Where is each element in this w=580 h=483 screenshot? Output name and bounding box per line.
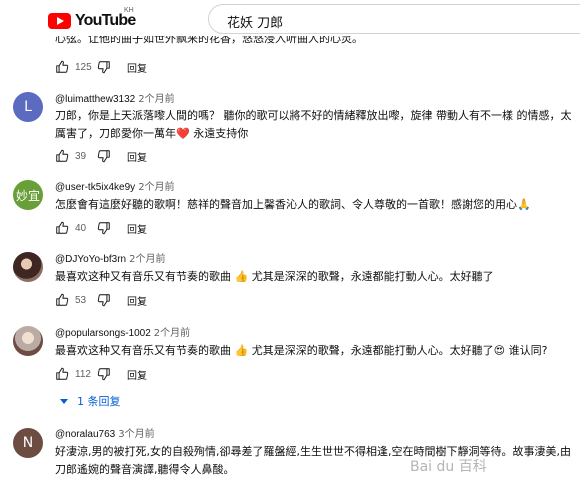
like-count: 125 (75, 61, 92, 73)
like-count: 40 (75, 222, 87, 234)
reply-button[interactable]: 回复 (127, 293, 147, 308)
comment-text: 刀郎，你是上天派落嚟人間的嗎？ 聽你的歌可以將不好的情緒釋放出嚟，旋律 帶動人有… (55, 109, 572, 140)
like-icon[interactable] (55, 367, 69, 381)
view-replies-button[interactable]: 1 条回复 (60, 393, 121, 409)
reply-button[interactable]: 回复 (127, 60, 147, 75)
avatar[interactable]: 妙宜 (13, 180, 43, 210)
watermark: Bai du 百科 (410, 459, 487, 475)
comment-actions: 112 回复 (55, 366, 147, 382)
dislike-icon[interactable] (97, 149, 111, 163)
reply-button[interactable]: 回复 (127, 367, 147, 382)
avatar[interactable] (13, 326, 43, 356)
dislike-icon[interactable] (97, 221, 111, 235)
comment-header: @DJYoYo-bf3rn 2个月前 (55, 254, 166, 266)
search-query: 花妖 刀郎 (227, 16, 284, 31)
author-name[interactable]: @popularsongs-1002 (55, 328, 151, 339)
reply-button[interactable]: 回复 (127, 221, 147, 236)
dislike-icon[interactable] (97, 367, 111, 381)
comment-header: @luimatthew3132 2个月前 (55, 94, 175, 106)
like-count: 112 (75, 368, 91, 380)
top-bar: YouTube KH 花妖 刀郎 (0, 0, 580, 36)
comment-time[interactable]: 2个月前 (129, 254, 165, 265)
like-icon[interactable] (55, 221, 69, 235)
comment-actions: 39 回复 (55, 148, 147, 164)
avatar[interactable]: L (13, 92, 43, 122)
replies-count-label: 1 条回复 (77, 395, 121, 408)
youtube-play-icon (48, 13, 71, 29)
reply-button[interactable]: 回复 (127, 149, 147, 164)
dislike-icon[interactable] (97, 60, 111, 74)
partial-comment-actions: 125 回复 (55, 59, 147, 75)
avatar[interactable] (13, 252, 43, 282)
comment-time[interactable]: 3个月前 (118, 429, 154, 440)
comment-header: @user-tk5ix4ke9y 2个月前 (55, 182, 175, 194)
comment-text: 最喜欢这种又有音乐又有节奏的歌曲 👍 尤其是深深的歌聲，永遠都能打動人心。太好聽… (55, 344, 548, 357)
author-name[interactable]: @luimatthew3132 (55, 94, 135, 105)
comment-time[interactable]: 2个月前 (154, 328, 190, 339)
author-name[interactable]: @noralau763 (55, 429, 115, 440)
partial-comment-text: 心弦。让他的曲子如世外飘来的花香，悠悠浸入听曲人的心灵。 (55, 36, 363, 45)
search-input[interactable]: 花妖 刀郎 (208, 4, 580, 34)
comment-actions: 53 回复 (55, 292, 147, 308)
comment-header: @popularsongs-1002 2个月前 (55, 328, 190, 340)
comment-header: @noralau763 3个月前 (55, 429, 155, 441)
comment-text: 好淒涼,男的被打死,女的自殺殉情,卻尋差了羅盤經,生生世世不得相逢,空在時間樹下… (55, 445, 571, 476)
comment-text: 最喜欢这种又有音乐又有节奏的歌曲 👍 尤其是深深的歌聲，永遠都能打動人心。太好聽… (55, 270, 494, 283)
like-icon[interactable] (55, 60, 69, 74)
author-name[interactable]: @DJYoYo-bf3rn (55, 254, 126, 265)
dislike-icon[interactable] (97, 293, 111, 307)
comment-time[interactable]: 2个月前 (138, 182, 174, 193)
like-icon[interactable] (55, 149, 69, 163)
comment-text: 怎麼會有這麼好聽的歌啊！慈祥的聲音加上馨香沁人的歌詞、令人尊敬的一首歌！感謝您的… (55, 198, 531, 211)
like-icon[interactable] (55, 293, 69, 307)
comment-time[interactable]: 2个月前 (138, 94, 174, 105)
avatar[interactable]: N (13, 428, 43, 458)
caret-down-icon (60, 398, 68, 404)
logo-country-code: KH (124, 7, 134, 14)
author-name[interactable]: @user-tk5ix4ke9y (55, 182, 135, 193)
comment-actions: 40 回复 (55, 220, 147, 236)
logo-text: YouTube (75, 12, 136, 29)
youtube-logo[interactable]: YouTube (48, 11, 136, 31)
like-count: 39 (75, 150, 87, 162)
like-count: 53 (75, 294, 87, 306)
